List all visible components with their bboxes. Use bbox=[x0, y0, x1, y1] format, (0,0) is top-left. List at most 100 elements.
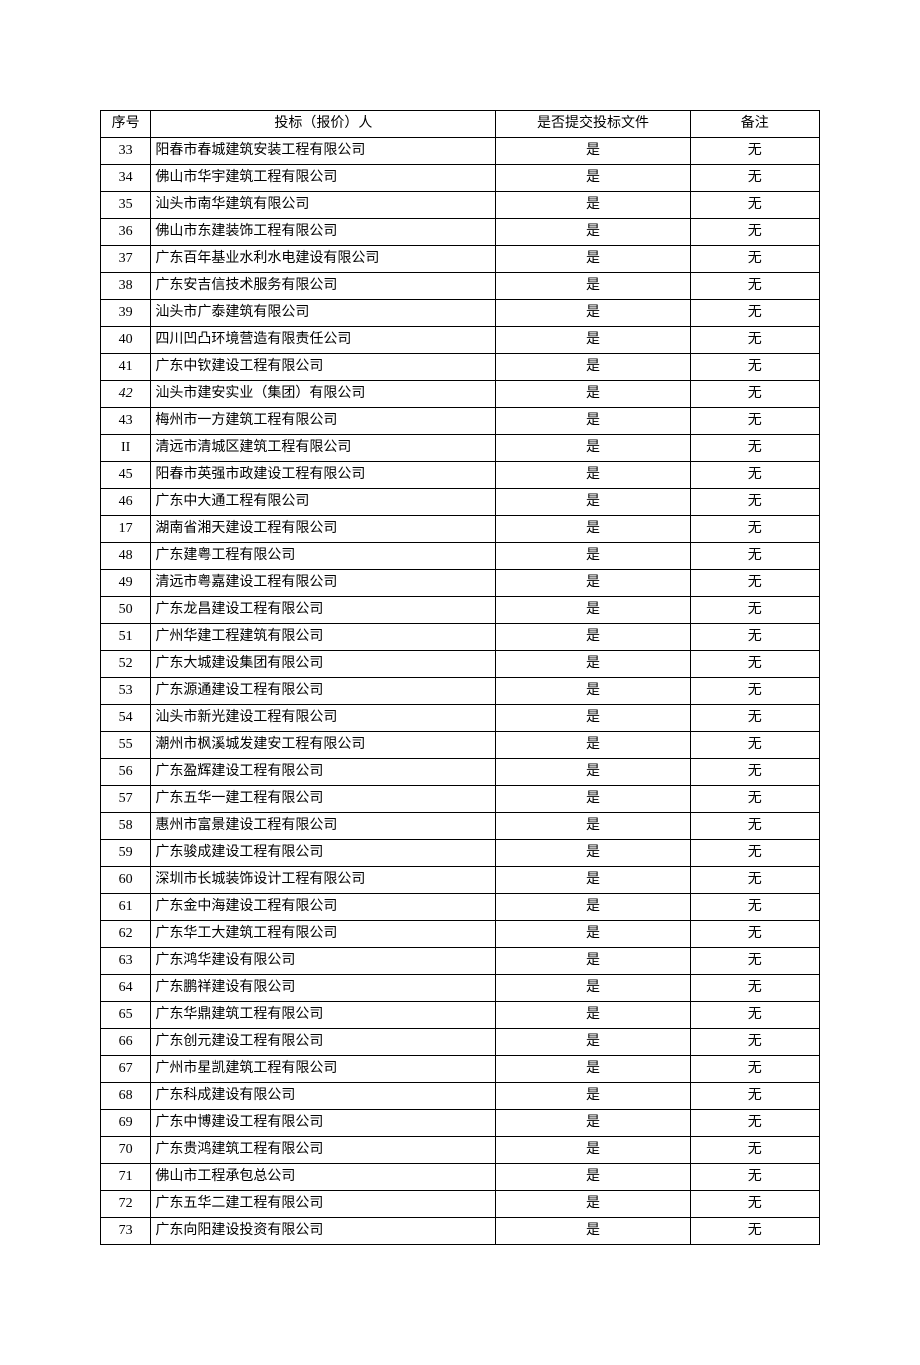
cell-seq: 58 bbox=[101, 813, 151, 840]
cell-note: 无 bbox=[690, 138, 819, 165]
cell-submit: 是 bbox=[496, 354, 690, 381]
cell-seq: 34 bbox=[101, 165, 151, 192]
cell-bidder: 汕头市广泰建筑有限公司 bbox=[151, 300, 496, 327]
cell-seq: 63 bbox=[101, 948, 151, 975]
cell-note: 无 bbox=[690, 1137, 819, 1164]
cell-note: 无 bbox=[690, 165, 819, 192]
cell-note: 无 bbox=[690, 1191, 819, 1218]
cell-seq: 62 bbox=[101, 921, 151, 948]
cell-submit: 是 bbox=[496, 1083, 690, 1110]
cell-note: 无 bbox=[690, 1056, 819, 1083]
cell-seq: II bbox=[101, 435, 151, 462]
table-row: 54汕头市新光建设工程有限公司是无 bbox=[101, 705, 820, 732]
table-body: 33阳春市春城建筑安装工程有限公司是无34佛山市华宇建筑工程有限公司是无35汕头… bbox=[101, 138, 820, 1245]
cell-bidder: 广东百年基业水利水电建设有限公司 bbox=[151, 246, 496, 273]
table-row: 59广东骏成建设工程有限公司是无 bbox=[101, 840, 820, 867]
cell-bidder: 广东中博建设工程有限公司 bbox=[151, 1110, 496, 1137]
cell-bidder: 广东金中海建设工程有限公司 bbox=[151, 894, 496, 921]
cell-note: 无 bbox=[690, 462, 819, 489]
table-row: 34佛山市华宇建筑工程有限公司是无 bbox=[101, 165, 820, 192]
cell-note: 无 bbox=[690, 921, 819, 948]
cell-submit: 是 bbox=[496, 381, 690, 408]
cell-bidder: 广东五华一建工程有限公司 bbox=[151, 786, 496, 813]
table-row: 67广州市星凯建筑工程有限公司是无 bbox=[101, 1056, 820, 1083]
cell-note: 无 bbox=[690, 354, 819, 381]
table-row: 57广东五华一建工程有限公司是无 bbox=[101, 786, 820, 813]
table-row: 35汕头市南华建筑有限公司是无 bbox=[101, 192, 820, 219]
cell-submit: 是 bbox=[496, 840, 690, 867]
cell-seq: 54 bbox=[101, 705, 151, 732]
cell-submit: 是 bbox=[496, 570, 690, 597]
table-row: 73广东向阳建设投资有限公司是无 bbox=[101, 1218, 820, 1245]
cell-submit: 是 bbox=[496, 543, 690, 570]
cell-seq: 71 bbox=[101, 1164, 151, 1191]
cell-submit: 是 bbox=[496, 1218, 690, 1245]
cell-submit: 是 bbox=[496, 300, 690, 327]
cell-submit: 是 bbox=[496, 1056, 690, 1083]
cell-note: 无 bbox=[690, 759, 819, 786]
cell-note: 无 bbox=[690, 948, 819, 975]
cell-note: 无 bbox=[690, 624, 819, 651]
cell-seq: 59 bbox=[101, 840, 151, 867]
cell-seq: 66 bbox=[101, 1029, 151, 1056]
cell-bidder: 广东科成建设有限公司 bbox=[151, 1083, 496, 1110]
cell-seq: 64 bbox=[101, 975, 151, 1002]
cell-submit: 是 bbox=[496, 219, 690, 246]
cell-note: 无 bbox=[690, 705, 819, 732]
col-header-note: 备注 bbox=[690, 111, 819, 138]
cell-bidder: 广东鹏祥建设有限公司 bbox=[151, 975, 496, 1002]
table-row: 53广东源通建设工程有限公司是无 bbox=[101, 678, 820, 705]
cell-seq: 68 bbox=[101, 1083, 151, 1110]
cell-bidder: 阳春市英强市政建设工程有限公司 bbox=[151, 462, 496, 489]
cell-submit: 是 bbox=[496, 408, 690, 435]
cell-submit: 是 bbox=[496, 192, 690, 219]
cell-seq: 73 bbox=[101, 1218, 151, 1245]
cell-note: 无 bbox=[690, 894, 819, 921]
cell-seq: 35 bbox=[101, 192, 151, 219]
cell-bidder: 深圳市长城装饰设计工程有限公司 bbox=[151, 867, 496, 894]
cell-note: 无 bbox=[690, 1002, 819, 1029]
cell-bidder: 广东创元建设工程有限公司 bbox=[151, 1029, 496, 1056]
table-row: 61广东金中海建设工程有限公司是无 bbox=[101, 894, 820, 921]
cell-submit: 是 bbox=[496, 732, 690, 759]
cell-submit: 是 bbox=[496, 1137, 690, 1164]
cell-seq: 40 bbox=[101, 327, 151, 354]
cell-submit: 是 bbox=[496, 813, 690, 840]
cell-bidder: 湖南省湘天建设工程有限公司 bbox=[151, 516, 496, 543]
table-row: 17湖南省湘天建设工程有限公司是无 bbox=[101, 516, 820, 543]
cell-note: 无 bbox=[690, 435, 819, 462]
table-row: 38广东安吉信技术服务有限公司是无 bbox=[101, 273, 820, 300]
cell-submit: 是 bbox=[496, 786, 690, 813]
col-header-bidder: 投标（报价）人 bbox=[151, 111, 496, 138]
cell-note: 无 bbox=[690, 1110, 819, 1137]
cell-bidder: 汕头市南华建筑有限公司 bbox=[151, 192, 496, 219]
cell-seq: 50 bbox=[101, 597, 151, 624]
cell-seq: 57 bbox=[101, 786, 151, 813]
bidder-table: 序号 投标（报价）人 是否提交投标文件 备注 33阳春市春城建筑安装工程有限公司… bbox=[100, 110, 820, 1245]
cell-bidder: 惠州市富景建设工程有限公司 bbox=[151, 813, 496, 840]
cell-bidder: 广东鸿华建设有限公司 bbox=[151, 948, 496, 975]
table-row: 33阳春市春城建筑安装工程有限公司是无 bbox=[101, 138, 820, 165]
cell-note: 无 bbox=[690, 975, 819, 1002]
cell-submit: 是 bbox=[496, 624, 690, 651]
table-row: 66广东创元建设工程有限公司是无 bbox=[101, 1029, 820, 1056]
cell-seq: 56 bbox=[101, 759, 151, 786]
cell-seq: 48 bbox=[101, 543, 151, 570]
cell-bidder: 汕头市新光建设工程有限公司 bbox=[151, 705, 496, 732]
table-row: 72广东五华二建工程有限公司是无 bbox=[101, 1191, 820, 1218]
cell-submit: 是 bbox=[496, 705, 690, 732]
cell-submit: 是 bbox=[496, 516, 690, 543]
cell-bidder: 广东向阳建设投资有限公司 bbox=[151, 1218, 496, 1245]
table-header-row: 序号 投标（报价）人 是否提交投标文件 备注 bbox=[101, 111, 820, 138]
cell-seq: 65 bbox=[101, 1002, 151, 1029]
table-row: 65广东华鼎建筑工程有限公司是无 bbox=[101, 1002, 820, 1029]
cell-seq: 38 bbox=[101, 273, 151, 300]
table-row: 51广州华建工程建筑有限公司是无 bbox=[101, 624, 820, 651]
cell-bidder: 四川凹凸环境营造有限责任公司 bbox=[151, 327, 496, 354]
cell-submit: 是 bbox=[496, 273, 690, 300]
cell-seq: 61 bbox=[101, 894, 151, 921]
cell-submit: 是 bbox=[496, 678, 690, 705]
cell-note: 无 bbox=[690, 1083, 819, 1110]
cell-submit: 是 bbox=[496, 489, 690, 516]
cell-note: 无 bbox=[690, 219, 819, 246]
